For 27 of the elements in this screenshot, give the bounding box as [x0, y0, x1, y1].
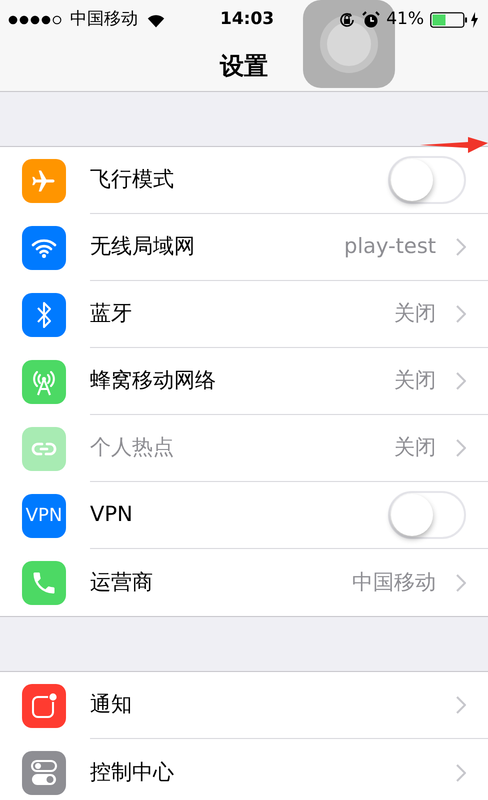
settings-row[interactable]: VPN VPN [0, 482, 488, 549]
setting-label: VPN [90, 501, 133, 528]
page-title: 设置 [220, 50, 268, 82]
battery-percentage: 41% [386, 8, 424, 32]
settings-row[interactable]: 蜂窝移动网络 关闭 [0, 348, 488, 415]
setting-label: 飞行模式 [90, 166, 174, 194]
clock-time: 14:03 [220, 8, 274, 32]
setting-label: 个人热点 [90, 434, 174, 462]
settings-row[interactable]: 无线局域网 play-test [0, 214, 488, 281]
settings-row[interactable]: 控制中心 [0, 739, 488, 800]
settings-row[interactable]: 通知 [0, 672, 488, 739]
setting-value: 中国移动 [352, 568, 436, 596]
settings-row[interactable]: 飞行模式 [0, 147, 488, 214]
setting-value: play-test [344, 233, 436, 260]
setting-label: 无线局域网 [90, 233, 195, 260]
vpn-app-icon: VPN [22, 494, 66, 538]
settings-row[interactable]: 运营商 中国移动 [0, 549, 488, 616]
setting-label: 控制中心 [90, 758, 174, 786]
setting-label: 通知 [90, 691, 132, 718]
setting-value: 关闭 [394, 434, 436, 462]
setting-value: 关闭 [394, 367, 436, 394]
setting-label: 运营商 [90, 568, 153, 596]
setting-label: 蜂窝移动网络 [90, 367, 216, 394]
carrier-name: 中国移动 [70, 8, 138, 32]
settings-row[interactable]: 蓝牙 关闭 [0, 281, 488, 348]
setting-value: 关闭 [394, 300, 436, 328]
setting-label: 蓝牙 [90, 300, 132, 328]
